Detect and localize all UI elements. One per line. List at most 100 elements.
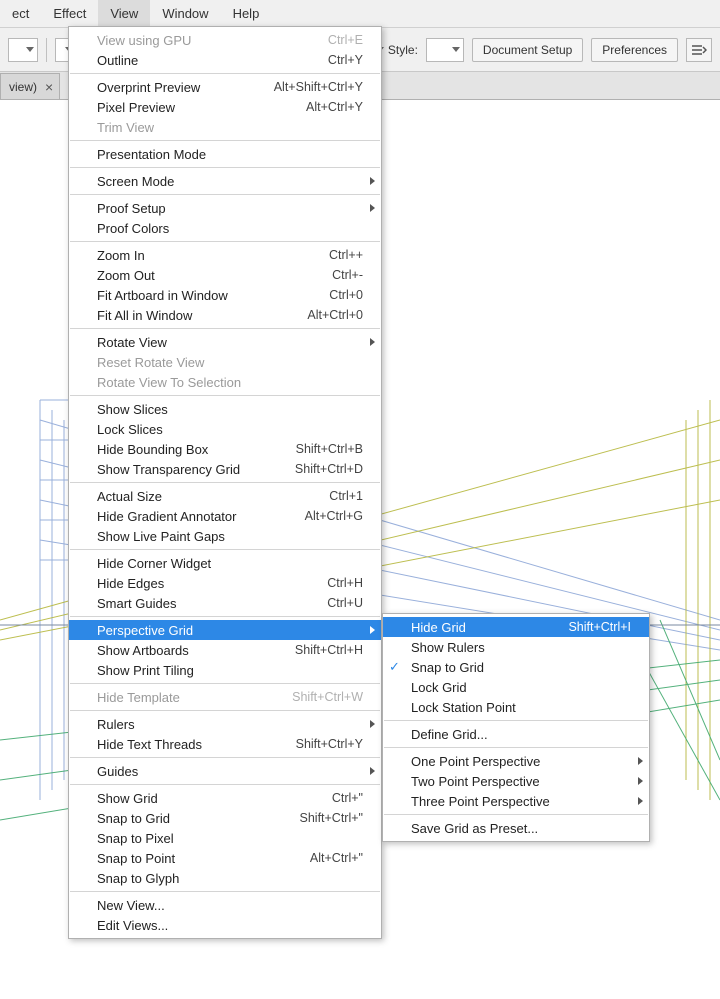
overflow-icon xyxy=(691,43,707,57)
view-menu-item-zoom-in[interactable]: Zoom InCtrl++ xyxy=(69,245,381,265)
perspective-grid-submenu-item-two-point-perspective[interactable]: Two Point Perspective xyxy=(383,771,649,791)
document-tab[interactable]: view) × xyxy=(0,73,60,99)
menu-item-shortcut: Ctrl+0 xyxy=(329,288,363,302)
view-menu-item-fit-all-in-window[interactable]: Fit All in WindowAlt+Ctrl+0 xyxy=(69,305,381,325)
view-menu-item-zoom-out[interactable]: Zoom OutCtrl+- xyxy=(69,265,381,285)
view-menu-item-show-transparency-grid[interactable]: Show Transparency GridShift+Ctrl+D xyxy=(69,459,381,479)
view-menu-item-proof-colors[interactable]: Proof Colors xyxy=(69,218,381,238)
view-menu-item-hide-corner-widget[interactable]: Hide Corner Widget xyxy=(69,553,381,573)
view-menu-item-screen-mode[interactable]: Screen Mode xyxy=(69,171,381,191)
menu-item-label: Snap to Grid xyxy=(97,811,280,826)
view-menu-item-show-artboards[interactable]: Show ArtboardsShift+Ctrl+H xyxy=(69,640,381,660)
view-menu-item-edit-views[interactable]: Edit Views... xyxy=(69,915,381,935)
view-menu-item-fit-artboard-in-window[interactable]: Fit Artboard in Window Ctrl+0 xyxy=(69,285,381,305)
menu-item-shortcut: Alt+Ctrl+G xyxy=(305,509,363,523)
perspective-grid-submenu-item-lock-station-point[interactable]: Lock Station Point xyxy=(383,697,649,717)
menubar: ectEffectViewWindowHelp xyxy=(0,0,720,28)
chevron-right-icon xyxy=(370,338,375,346)
view-menu-item-snap-to-grid[interactable]: Snap to Grid Shift+Ctrl+" xyxy=(69,808,381,828)
toolbar-overflow-button[interactable] xyxy=(686,38,712,62)
view-menu-item-rulers[interactable]: Rulers xyxy=(69,714,381,734)
view-menu-separator xyxy=(70,482,380,483)
perspective-grid-submenu-item-show-rulers[interactable]: Show Rulers xyxy=(383,637,649,657)
view-menu-item-show-grid[interactable]: Show GridCtrl+" xyxy=(69,788,381,808)
perspective-grid-submenu-item-define-grid[interactable]: Define Grid... xyxy=(383,724,649,744)
menubar-item-window[interactable]: Window xyxy=(150,0,220,27)
menu-item-label: Save Grid as Preset... xyxy=(411,821,631,836)
view-menu-item-presentation-mode[interactable]: Presentation Mode xyxy=(69,144,381,164)
view-menu-separator xyxy=(70,241,380,242)
view-menu-item-overprint-preview[interactable]: Overprint PreviewAlt+Shift+Ctrl+Y xyxy=(69,77,381,97)
chevron-right-icon xyxy=(638,757,643,765)
menu-item-label: New View... xyxy=(97,898,363,913)
menu-item-label: Proof Colors xyxy=(97,221,363,236)
chevron-right-icon xyxy=(370,767,375,775)
menubar-item-effect[interactable]: Effect xyxy=(41,0,98,27)
view-menu-separator xyxy=(70,328,380,329)
menu-item-label: Smart Guides xyxy=(97,596,307,611)
chevron-down-icon xyxy=(26,47,34,52)
menu-item-shortcut: Ctrl+U xyxy=(327,596,363,610)
view-menu-item-hide-edges[interactable]: Hide EdgesCtrl+H xyxy=(69,573,381,593)
perspective-grid-submenu-separator xyxy=(384,814,648,815)
view-menu-item-pixel-preview[interactable]: Pixel PreviewAlt+Ctrl+Y xyxy=(69,97,381,117)
perspective-grid-submenu-item-three-point-perspective[interactable]: Three Point Perspective xyxy=(383,791,649,811)
view-menu-separator xyxy=(70,167,380,168)
menubar-item-help[interactable]: Help xyxy=(221,0,272,27)
close-icon[interactable]: × xyxy=(45,79,53,95)
view-menu-item-snap-to-point[interactable]: Snap to PointAlt+Ctrl+" xyxy=(69,848,381,868)
perspective-grid-submenu-item-snap-to-grid[interactable]: ✓Snap to Grid xyxy=(383,657,649,677)
document-setup-button[interactable]: Document Setup xyxy=(472,38,583,62)
view-menu-item-rotate-view[interactable]: Rotate View xyxy=(69,332,381,352)
menu-item-shortcut: Alt+Ctrl+Y xyxy=(306,100,363,114)
menubar-item-view[interactable]: View xyxy=(98,0,150,27)
menu-item-shortcut: Shift+Ctrl+H xyxy=(295,643,363,657)
menu-item-label: Rotate View xyxy=(97,335,363,350)
menu-item-label: Hide Edges xyxy=(97,576,307,591)
menu-item-label: Hide Grid xyxy=(411,620,548,635)
view-menu-separator xyxy=(70,891,380,892)
perspective-grid-submenu-item-hide-grid[interactable]: Hide GridShift+Ctrl+I xyxy=(383,617,649,637)
menubar-item-ect[interactable]: ect xyxy=(0,0,41,27)
view-menu-item-show-live-paint-gaps[interactable]: Show Live Paint Gaps xyxy=(69,526,381,546)
menu-item-shortcut: Shift+Ctrl+" xyxy=(300,811,364,825)
menu-item-label: Three Point Perspective xyxy=(411,794,631,809)
view-menu-item-show-print-tiling[interactable]: Show Print Tiling xyxy=(69,660,381,680)
view-menu-item-hide-text-threads[interactable]: Hide Text ThreadsShift+Ctrl+Y xyxy=(69,734,381,754)
toolbar-dropdown-a[interactable] xyxy=(8,38,38,62)
menu-item-label: Define Grid... xyxy=(411,727,631,742)
menu-item-label: Snap to Pixel xyxy=(97,831,363,846)
view-menu-item-perspective-grid[interactable]: Perspective Grid xyxy=(69,620,381,640)
view-menu-item-lock-slices[interactable]: Lock Slices xyxy=(69,419,381,439)
view-menu-separator xyxy=(70,683,380,684)
view-menu-item-guides[interactable]: Guides xyxy=(69,761,381,781)
view-menu-item-actual-size[interactable]: Actual SizeCtrl+1 xyxy=(69,486,381,506)
style-dropdown[interactable] xyxy=(426,38,464,62)
view-menu-item-show-slices[interactable]: Show Slices xyxy=(69,399,381,419)
view-menu-item-hide-gradient-annotator[interactable]: Hide Gradient AnnotatorAlt+Ctrl+G xyxy=(69,506,381,526)
menu-item-label: Lock Grid xyxy=(411,680,631,695)
view-menu-item-outline[interactable]: OutlineCtrl+Y xyxy=(69,50,381,70)
view-menu-item-smart-guides[interactable]: Smart Guides Ctrl+U xyxy=(69,593,381,613)
view-menu-separator xyxy=(70,710,380,711)
view-menu-item-snap-to-pixel[interactable]: Snap to Pixel xyxy=(69,828,381,848)
view-menu-item-hide-bounding-box[interactable]: Hide Bounding BoxShift+Ctrl+B xyxy=(69,439,381,459)
menu-item-label: Fit Artboard in Window xyxy=(97,288,309,303)
view-menu-item-proof-setup[interactable]: Proof Setup xyxy=(69,198,381,218)
menu-item-label: Show Print Tiling xyxy=(97,663,363,678)
menu-item-shortcut: Alt+Ctrl+0 xyxy=(307,308,363,322)
menu-item-shortcut: Alt+Shift+Ctrl+Y xyxy=(274,80,363,94)
perspective-grid-submenu-item-save-grid-as-preset[interactable]: Save Grid as Preset... xyxy=(383,818,649,838)
view-menu-separator xyxy=(70,757,380,758)
menu-item-label: Zoom Out xyxy=(97,268,312,283)
menu-item-label: Edit Views... xyxy=(97,918,363,933)
menu-item-label: Lock Slices xyxy=(97,422,363,437)
perspective-grid-submenu-item-lock-grid[interactable]: Lock Grid xyxy=(383,677,649,697)
toolbar-separator xyxy=(46,38,47,62)
view-menu-item-reset-rotate-view: Reset Rotate View xyxy=(69,352,381,372)
preferences-button[interactable]: Preferences xyxy=(591,38,678,62)
menu-item-label: Trim View xyxy=(97,120,363,135)
view-menu-item-new-view[interactable]: New View... xyxy=(69,895,381,915)
perspective-grid-submenu-item-one-point-perspective[interactable]: One Point Perspective xyxy=(383,751,649,771)
view-menu-item-snap-to-glyph[interactable]: Snap to Glyph xyxy=(69,868,381,888)
